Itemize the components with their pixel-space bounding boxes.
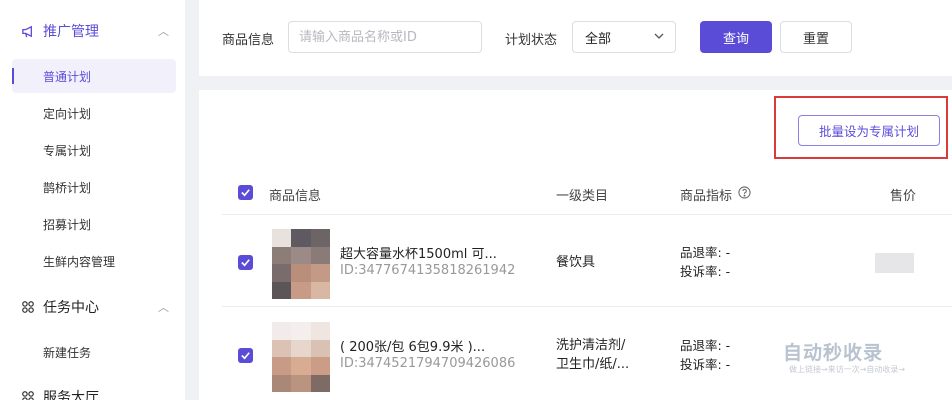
sidebar-item-exclusive-plan[interactable]: 专属计划 — [12, 133, 176, 167]
product-category: 餐饮具 — [556, 255, 596, 270]
product-info-label: 商品信息 — [222, 33, 275, 48]
sidebar-item-label: 定向计划 — [43, 106, 92, 121]
return-rate: 品退率: - — [680, 245, 731, 260]
table-header: 商品信息 一级类目 商品指标 售价 — [222, 170, 952, 215]
sidebar-item-label: 招募计划 — [43, 217, 92, 232]
price-placeholder — [875, 253, 914, 273]
watermark-logo: 自动秒收录 — [783, 342, 884, 364]
header-metrics: 商品指标 — [680, 189, 733, 204]
header-price: 售价 — [890, 189, 917, 204]
return-rate: 品退率: - — [680, 338, 731, 353]
megaphone-icon — [20, 23, 36, 39]
nav-group-task-center[interactable]: 任务中心 ︿ — [0, 292, 185, 322]
sidebar-item-bridge-plan[interactable]: 鹊桥计划 — [12, 170, 176, 204]
product-name[interactable]: ( 200张/包 6包9.9米 )... — [340, 336, 485, 355]
row-checkbox[interactable] — [238, 348, 253, 363]
grid-icon — [20, 299, 36, 315]
sidebar-item-regular-plan[interactable]: 普通计划 — [12, 59, 176, 93]
sidebar-item-label: 生鲜内容管理 — [43, 254, 116, 269]
complaint-rate: 投诉率: - — [680, 357, 731, 372]
sidebar-item-recruit-plan[interactable]: 招募计划 — [12, 207, 176, 241]
watermark-subtitle: 做上链接→来访一次→自动收录→ — [789, 365, 906, 374]
product-name[interactable]: 超大容量水杯1500ml 可... — [340, 243, 497, 262]
sidebar-item-targeted-plan[interactable]: 定向计划 — [12, 96, 176, 130]
active-indicator — [12, 68, 14, 84]
sidebar: 推广管理 ︿ 普通计划 定向计划 专属计划 鹊桥计划 招募计划 生鲜内容管理 任… — [0, 0, 185, 400]
select-value: 全部 — [585, 31, 612, 47]
header-category: 一级类目 — [556, 189, 609, 204]
row-checkbox[interactable] — [238, 255, 253, 270]
reset-button[interactable]: 重置 — [780, 21, 852, 53]
chevron-up-icon[interactable]: ︿ — [158, 299, 169, 315]
sidebar-item-new-task[interactable]: 新建任务 — [12, 335, 176, 369]
nav-group-label: 服务大厅 — [43, 390, 99, 400]
help-icon[interactable] — [738, 186, 751, 203]
product-id: ID:3477674135818261942 — [340, 263, 516, 278]
product-search-input[interactable] — [288, 21, 482, 53]
chevron-down-icon — [653, 30, 665, 46]
product-category-line-2: 卫生巾/纸/... — [556, 357, 630, 372]
grid-icon — [20, 389, 36, 400]
product-category-line-1: 洗护清洁剂/ — [556, 338, 626, 353]
sidebar-item-label: 鹊桥计划 — [43, 180, 92, 195]
watermark: 自动秒收录 做上链接→来访一次→自动收录→ — [783, 338, 943, 380]
product-thumbnail — [272, 229, 330, 299]
plan-status-select[interactable]: 全部 — [572, 21, 676, 53]
query-button[interactable]: 查询 — [700, 21, 772, 53]
sidebar-item-label: 新建任务 — [43, 345, 92, 360]
nav-group-label: 推广管理 — [43, 24, 99, 40]
table-row: 超大容量水杯1500ml 可... ID:3477674135818261942… — [222, 215, 952, 307]
sidebar-item-label: 专属计划 — [43, 143, 92, 158]
select-all-checkbox[interactable] — [238, 185, 253, 200]
filter-panel: 商品信息 计划状态 全部 查询 重置 — [199, 0, 952, 76]
sidebar-item-fresh-content[interactable]: 生鲜内容管理 — [12, 244, 176, 278]
nav-group-service-hall[interactable]: 服务大厅 — [0, 382, 185, 400]
header-product-info: 商品信息 — [269, 189, 322, 204]
product-thumbnail — [272, 322, 330, 392]
complaint-rate: 投诉率: - — [680, 264, 731, 279]
batch-set-exclusive-button[interactable]: 批量设为专属计划 — [798, 115, 940, 146]
chevron-up-icon[interactable]: ︿ — [158, 23, 169, 39]
plan-status-label: 计划状态 — [505, 33, 558, 48]
sidebar-item-label: 普通计划 — [43, 69, 92, 84]
nav-group-promotion[interactable]: 推广管理 ︿ — [0, 16, 185, 46]
nav-group-label: 任务中心 — [43, 300, 99, 316]
product-id: ID:3474521794709426086 — [340, 356, 516, 371]
